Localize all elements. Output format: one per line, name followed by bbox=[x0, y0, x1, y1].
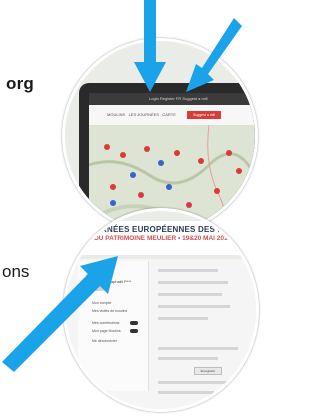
map-pin bbox=[144, 146, 150, 152]
save-button[interactable]: Enregistrer bbox=[194, 367, 222, 375]
form-field[interactable] bbox=[158, 317, 208, 320]
map-pin bbox=[174, 150, 180, 156]
page-title: JOURNÉES EUROPÉENNES DES MOULINS bbox=[84, 225, 256, 234]
map-pin bbox=[214, 188, 220, 194]
map-pin bbox=[130, 172, 136, 178]
nav-item-moulins[interactable]: MOULINS bbox=[107, 112, 125, 117]
label-org: org bbox=[6, 74, 34, 93]
form-field[interactable] bbox=[158, 293, 222, 296]
toggle-icon[interactable] bbox=[130, 321, 138, 325]
arrow-down-icon bbox=[134, 0, 166, 92]
form-field[interactable] bbox=[158, 269, 218, 272]
map-pin bbox=[110, 184, 116, 190]
form-field[interactable] bbox=[158, 357, 218, 360]
form-field[interactable] bbox=[158, 281, 228, 284]
arrow-down-left-icon bbox=[186, 18, 242, 92]
map-pin bbox=[226, 150, 232, 156]
map-pin bbox=[166, 184, 172, 190]
nav-item-journees[interactable]: LES JOURNÉES bbox=[129, 112, 159, 117]
nav-item-carte[interactable]: CARTE bbox=[162, 112, 175, 117]
form-field[interactable] bbox=[158, 305, 230, 308]
suggest-mill-button[interactable]: Suggest a mill bbox=[187, 111, 221, 119]
form-field[interactable] bbox=[158, 381, 228, 384]
arrow-up-right-icon bbox=[2, 256, 118, 372]
map-pin bbox=[186, 202, 192, 208]
map-pin bbox=[104, 144, 110, 150]
tablet-nav: MOULINS LES JOURNÉES CARTE bbox=[89, 105, 255, 125]
map-pin bbox=[110, 200, 116, 206]
map-pin bbox=[236, 168, 242, 174]
map-pin bbox=[198, 158, 204, 164]
map-pin bbox=[120, 152, 126, 158]
page-subtitle: ET DU PATRIMOINE MEULIER • 19&20 MAI 201… bbox=[84, 235, 232, 242]
map-pin bbox=[158, 160, 164, 166]
form-field[interactable] bbox=[158, 391, 214, 394]
map-pin bbox=[138, 192, 144, 198]
toggle-icon[interactable] bbox=[130, 329, 138, 333]
form-field[interactable] bbox=[158, 347, 238, 350]
